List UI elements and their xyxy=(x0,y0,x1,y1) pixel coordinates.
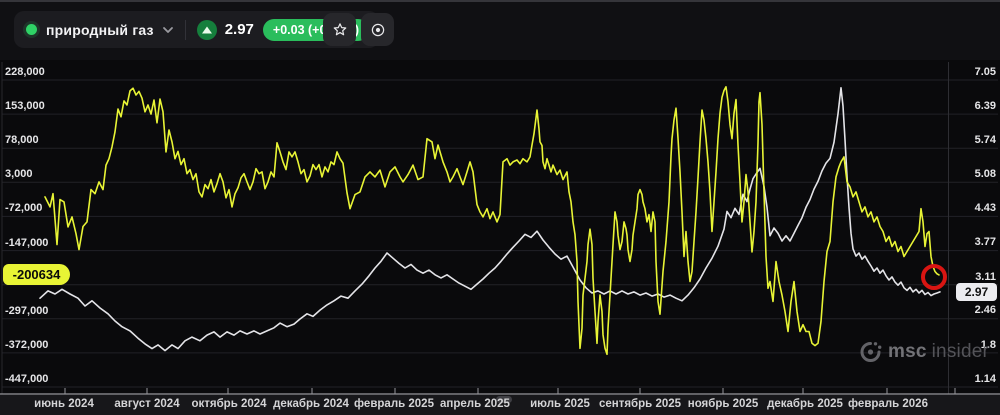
month-label: июль 2025 xyxy=(530,398,590,410)
month-label: октябрь 2024 xyxy=(191,398,266,410)
red-circle-annotation xyxy=(921,264,947,290)
y-axis-label-right: 6.39 xyxy=(975,100,996,113)
month-label: август 2024 xyxy=(114,398,179,410)
y-axis-label-right: 5.08 xyxy=(975,168,996,181)
yellow-value-badge: -200634 xyxy=(3,264,70,285)
y-axis-label-right: 3.11 xyxy=(975,271,996,284)
y-axis-label-left: -447,000 xyxy=(5,373,48,386)
trading-chart-app: природный газ 2.97 +0.03 (+0.85%) -20063… xyxy=(0,0,1000,415)
current-price-badge: 2.97 xyxy=(956,283,997,301)
y-axis-label-left: 228,000 xyxy=(5,66,45,79)
month-label: февраль 2025 xyxy=(354,398,434,410)
y-axis-label-right: 2.46 xyxy=(975,304,996,317)
y-axis-label-left: -72,000 xyxy=(5,202,42,215)
month-label: сентябрь 2025 xyxy=(599,398,681,410)
month-label: декабрь 2024 xyxy=(273,398,349,410)
month-label: ноябрь 2025 xyxy=(688,398,759,410)
y-axis-label-right: 5.74 xyxy=(975,134,996,147)
y-axis-label-left: -297,000 xyxy=(5,305,48,318)
y-axis-label-left: -147,000 xyxy=(5,237,48,250)
chart-canvas[interactable] xyxy=(0,2,1000,415)
series-indicator-left-axis xyxy=(45,87,939,355)
y-axis-label-left: 3,000 xyxy=(5,168,33,181)
month-label: апрель 2025 xyxy=(440,398,510,410)
month-label: декабрь 2025 xyxy=(767,398,843,410)
y-axis-label-left: -372,000 xyxy=(5,339,48,352)
watermark-bold: msc xyxy=(888,341,927,363)
y-axis-label-right: 4.43 xyxy=(975,202,996,215)
y-axis-label-right: 1.14 xyxy=(975,373,996,386)
watermark-light: insider xyxy=(932,341,989,363)
mscinsider-logo-icon xyxy=(858,339,883,364)
month-label: февраль 2026 xyxy=(848,398,928,410)
y-axis-label-left: 153,000 xyxy=(5,100,45,113)
y-axis-label-left: 78,000 xyxy=(5,134,39,147)
y-axis-label-right: 3.77 xyxy=(975,236,996,249)
y-axis-label-right: 7.05 xyxy=(975,66,996,79)
month-label: июнь 2024 xyxy=(34,398,94,410)
watermark: mscinsider xyxy=(858,339,989,364)
